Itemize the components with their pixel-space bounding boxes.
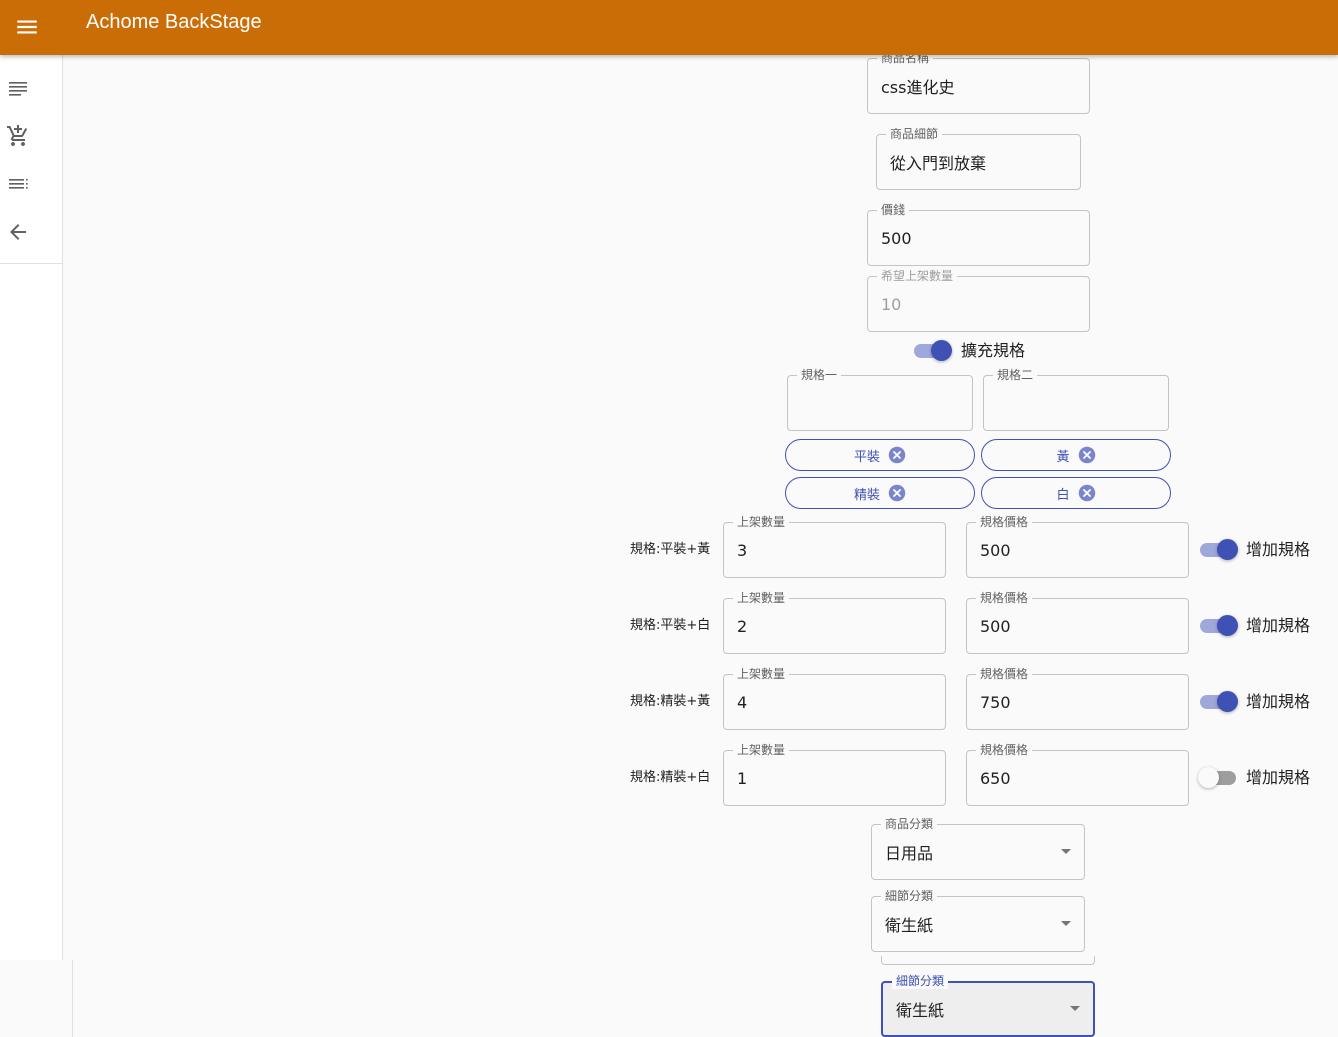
variant-price-field[interactable]: 規格價格 500 (966, 514, 1189, 578)
subcategory-focused-value: 衛生紙 (896, 1001, 945, 1020)
switch-thumb (1217, 539, 1238, 560)
add-spec-switch[interactable] (1198, 767, 1238, 789)
switch-thumb (1217, 615, 1238, 636)
app-bar: Achome BackStage (0, 0, 1338, 55)
variant-price-value: 750 (980, 692, 1011, 712)
variant-price-field[interactable]: 規格價格 650 (966, 742, 1189, 806)
variant-price-value: 500 (980, 616, 1011, 636)
variant-name: 規格:平裝+白 (630, 618, 711, 633)
variant-price-field[interactable]: 規格價格 750 (966, 666, 1189, 730)
add-spec-label: 增加規格 (1246, 692, 1311, 711)
variant-qty-field[interactable]: 上架數量 2 (723, 590, 946, 654)
variant-price-value: 500 (980, 540, 1011, 560)
add-shopping-cart-icon[interactable] (6, 124, 30, 148)
product-name-field[interactable]: 商品名稱 css進化史 (867, 50, 1090, 114)
chip-label: 白 (1056, 487, 1070, 503)
spec1-chip: 平裝 (785, 439, 975, 471)
product-name-value: css進化史 (881, 78, 955, 97)
nav-drawer (0, 55, 63, 960)
expand-spec-label: 擴充規格 (961, 341, 1026, 360)
add-spec-label: 增加規格 (1246, 540, 1311, 559)
chip-label: 黃 (1056, 449, 1070, 465)
cancel-circle-icon[interactable] (1078, 484, 1096, 502)
select-edge (881, 956, 1095, 965)
chip-label: 精裝 (853, 487, 880, 503)
divider (72, 960, 73, 1037)
spec2-chip: 黃 (981, 439, 1171, 471)
drawer-divider (0, 263, 62, 264)
menu-icon[interactable] (14, 14, 40, 40)
expand-spec-switch[interactable] (914, 340, 952, 362)
chip-label: 平裝 (853, 449, 880, 465)
variant-name: 規格:精裝+白 (630, 770, 711, 785)
subcategory-select-focused[interactable]: 細節分類 衛生紙 (881, 973, 1095, 1037)
arrow-drop-down-icon (1061, 849, 1071, 854)
product-detail-field[interactable]: 商品細節 從入門到放棄 (876, 126, 1081, 190)
quantity-value: 10 (881, 294, 902, 314)
playlist-icon[interactable] (6, 172, 30, 196)
add-spec-switch[interactable] (1200, 615, 1238, 637)
variant-name: 規格:平裝+黃 (630, 542, 711, 557)
spec2-field[interactable]: 規格二 (983, 367, 1169, 431)
switch-thumb (931, 340, 952, 361)
category-value: 日用品 (885, 844, 934, 863)
list-icon[interactable] (6, 76, 30, 100)
spec1-chip: 精裝 (785, 477, 975, 509)
spec1-field[interactable]: 規格一 (787, 367, 973, 431)
arrow-back-icon[interactable] (6, 220, 30, 244)
cancel-circle-icon[interactable] (1078, 446, 1096, 464)
cancel-circle-icon[interactable] (888, 446, 906, 464)
quantity-field: 希望上架數量 10 (867, 268, 1090, 332)
product-detail-value: 從入門到放棄 (890, 154, 987, 173)
variant-qty-value: 1 (737, 768, 748, 788)
spec2-chip: 白 (981, 477, 1171, 509)
add-spec-switch[interactable] (1200, 539, 1238, 561)
cancel-circle-icon[interactable] (888, 484, 906, 502)
subcategory-value: 衛生紙 (885, 916, 934, 935)
variant-price-field[interactable]: 規格價格 500 (966, 590, 1189, 654)
add-spec-label: 增加規格 (1246, 768, 1311, 787)
spec1-label: 規格一 (797, 367, 842, 383)
variant-qty-value: 3 (737, 540, 748, 560)
arrow-drop-down-icon (1070, 1006, 1080, 1011)
switch-thumb (1217, 691, 1238, 712)
price-value: 500 (881, 228, 912, 248)
variant-qty-field[interactable]: 上架數量 3 (723, 514, 946, 578)
variant-qty-field[interactable]: 上架數量 1 (723, 742, 946, 806)
category-select[interactable]: 商品分類 日用品 (871, 816, 1085, 880)
spec2-label: 規格二 (993, 367, 1038, 383)
add-spec-label: 增加規格 (1246, 616, 1311, 635)
add-spec-switch[interactable] (1200, 691, 1238, 713)
app-title: Achome BackStage (86, 11, 262, 33)
subcategory-select[interactable]: 細節分類 衛生紙 (871, 888, 1085, 952)
switch-thumb (1198, 767, 1219, 788)
variant-price-value: 650 (980, 768, 1011, 788)
variant-qty-field[interactable]: 上架數量 4 (723, 666, 946, 730)
arrow-drop-down-icon (1061, 921, 1071, 926)
variant-qty-value: 2 (737, 616, 748, 636)
price-field[interactable]: 價錢 500 (867, 202, 1090, 266)
variant-name: 規格:精裝+黃 (630, 694, 711, 709)
variant-qty-value: 4 (737, 692, 748, 712)
